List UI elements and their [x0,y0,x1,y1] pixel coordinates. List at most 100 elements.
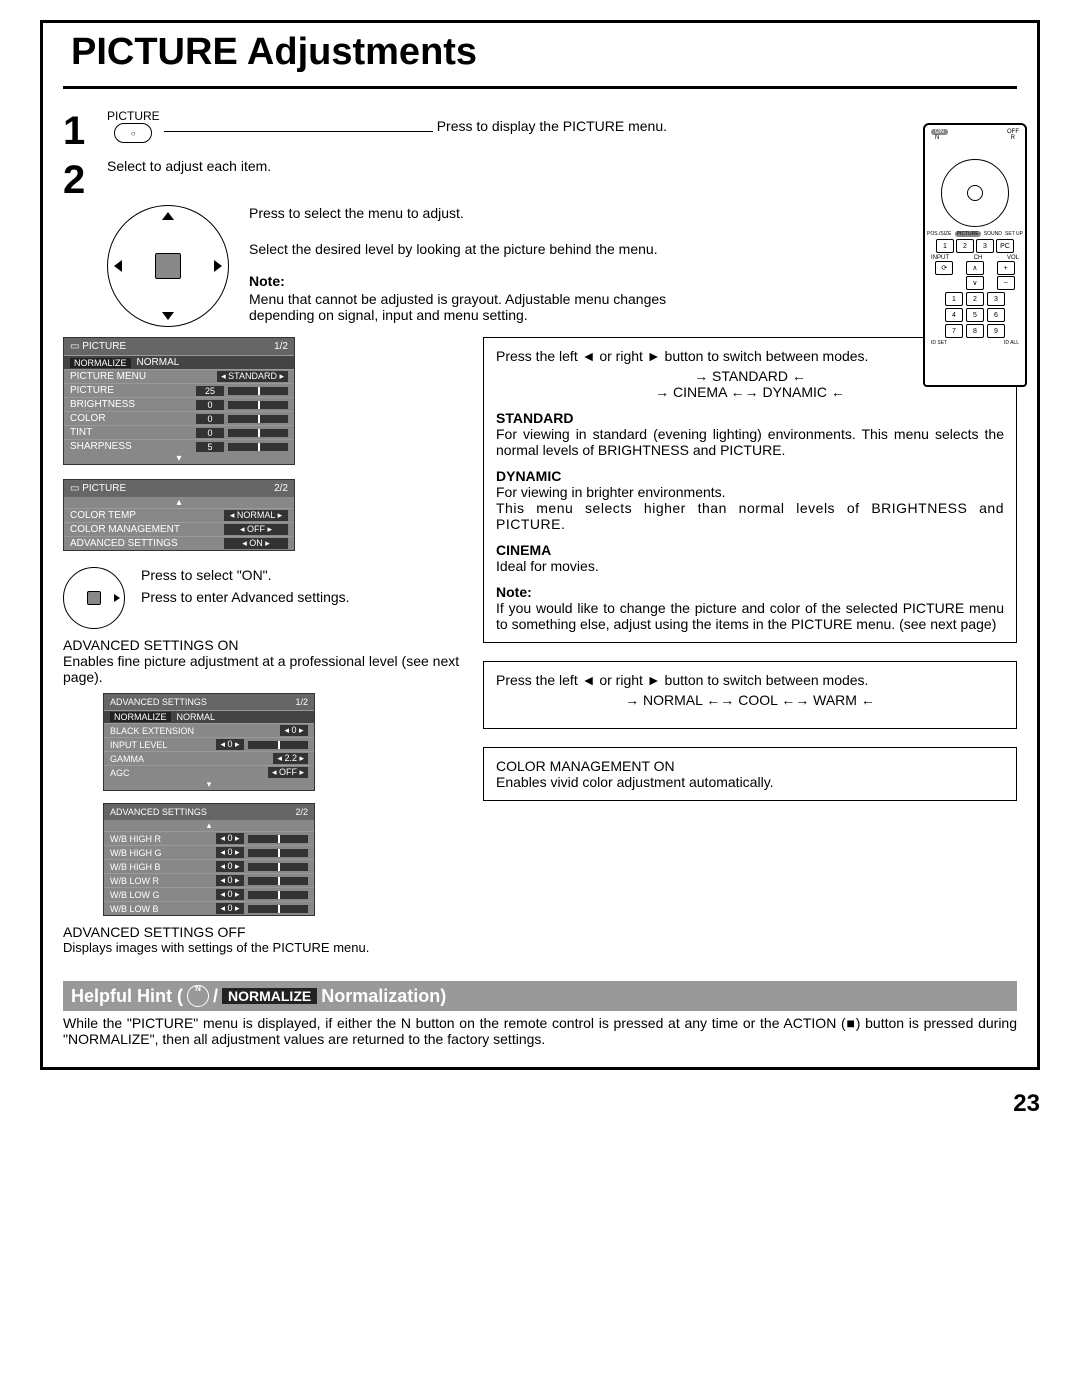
remote-input-1: 1 [936,239,954,253]
remote-fn-setup: SET UP [1005,231,1023,237]
dpad-diagram [107,205,229,327]
dpad-left-arrow-icon [114,260,122,272]
osd4-wlg-label: W/B LOW G [110,890,216,900]
osd4-whg-label: W/B HIGH G [110,848,216,858]
osd2-colortemp-label: COLOR TEMP [70,510,224,521]
remote-num-9: 9 [987,324,1005,338]
osd3-agc-value: OFF [279,767,297,777]
right-note-body: If you would like to change the picture … [496,600,1004,632]
step-2-intro: Select to adjust each item. [107,158,271,174]
remote-ch-down: ∨ [966,276,984,290]
slider-icon [228,401,288,409]
advanced-on-heading: ADVANCED SETTINGS ON [63,637,463,653]
osd-advanced-2: ADVANCED SETTINGS2/2 ▴ W/B HIGH R◂ 0 ▸ W… [103,803,315,916]
picture-button-label: PICTURE [107,109,160,123]
osd1-color-value: 0 [196,414,224,424]
osd4-wlr-label: W/B LOW R [110,876,216,886]
osd-picture-2: ▭ PICTURE 2/2 ▴ COLOR TEMP◂ NORMAL ▸ COL… [63,479,295,551]
osd3-blackext-label: BLACK EXTENSION [110,726,280,736]
slider-icon [248,891,308,899]
osd1-header: PICTURE [82,341,126,352]
note-label: Note: [249,273,285,289]
osd4-wlb-label: W/B LOW B [110,904,216,914]
slider-icon [248,877,308,885]
osd-advanced-1: ADVANCED SETTINGS1/2 NORMALIZENORMAL BLA… [103,693,315,791]
osd1-normalize: NORMALIZE [70,358,131,368]
dynamic-body-2: This menu selects higher than normal lev… [496,500,1004,532]
remote-input-3: 3 [976,239,994,253]
osd1-brightness-value: 0 [196,400,224,410]
remote-idset-label: ID SET [931,340,947,346]
osd1-normal: NORMAL [137,357,180,368]
advanced-off-body: Displays images with settings of the PIC… [63,940,463,955]
hint-body: While the "PICTURE" menu is displayed, i… [63,1015,1017,1047]
dpad-center-icon [155,253,181,279]
osd1-tint-value: 0 [196,428,224,438]
osd2-advanced-label: ADVANCED SETTINGS [70,538,224,549]
dpad-up-arrow-icon [162,212,174,220]
remote-vol-down: − [997,276,1015,290]
remote-num-2: 2 [966,292,984,306]
slider-icon [248,835,308,843]
osd4-whr-label: W/B HIGH R [110,834,216,844]
osd3-inputlevel-label: INPUT LEVEL [110,740,216,750]
remote-n-label: N [935,135,939,141]
dpad-center-icon [87,591,101,605]
remote-ch-up: ∧ [966,261,984,275]
remote-num-3: 3 [987,292,1005,306]
osd1-picture-label: PICTURE [70,385,196,396]
n-button-icon: N [187,985,209,1007]
temp-switch-instruction: Press the left ◄ or right ► button to sw… [496,672,1004,688]
step-2-callout-1: Press to select the menu to adjust. [249,205,709,221]
slider-icon [248,905,308,913]
osd2-colortemp-value: NORMAL [237,510,275,520]
remote-wheel [941,159,1009,227]
remote-num-7: 7 [945,324,963,338]
remote-fn-possize: POS./SIZE [927,231,951,237]
cinema-heading: CINEMA [496,542,551,558]
slider-icon [228,443,288,451]
advanced-off-heading: ADVANCED SETTINGS OFF [63,924,463,940]
osd1-picture-menu-value: STANDARD [228,371,277,381]
color-temp-box: Press the left ◄ or right ► button to sw… [483,661,1017,729]
slider-icon [248,849,308,857]
normalize-chip: NORMALIZE [222,988,317,1004]
remote-num-4: 4 [945,308,963,322]
page-number: 23 [0,1090,1040,1118]
hint-prefix: Helpful Hint ( [71,986,183,1007]
slider-icon [248,863,308,871]
osd3-gamma-label: GAMMA [110,754,273,764]
osd4-wlb-value: 0 [227,903,232,913]
remote-num-8: 8 [966,324,984,338]
hint-slash: / [213,986,218,1007]
step-1-action: Press to display the PICTURE menu. [437,118,667,134]
osd3-inputlevel-value: 0 [227,739,232,749]
osd4-header: ADVANCED SETTINGS [110,807,207,817]
osd4-wlr-value: 0 [227,875,232,885]
osd3-blackext-value: 0 [291,725,296,735]
remote-on-label: ON [931,129,948,135]
dpad2-callout-1: Press to select "ON". [141,567,350,583]
remote-vol-up: + [997,261,1015,275]
osd1-picture-menu-label: PICTURE MENU [70,371,217,382]
temp-cycle-diagram: → NORMAL ←→ COOL ←→ WARM ← [496,692,1004,708]
cinema-body: Ideal for movies. [496,558,1004,574]
osd3-gamma-value: 2.2 [284,753,297,763]
osd1-sharpness-value: 5 [196,442,224,452]
osd1-tint-label: TINT [70,427,196,438]
leader-line [164,131,433,132]
step-2-note-body: Menu that cannot be adjusted is grayout.… [249,291,709,323]
dpad-right-arrow-icon [114,594,120,602]
osd1-brightness-label: BRIGHTNESS [70,399,196,410]
osd3-header: ADVANCED SETTINGS [110,697,207,707]
dynamic-heading: DYNAMIC [496,468,561,484]
page-title: PICTURE Adjustments [71,31,477,73]
color-mgmt-heading: COLOR MANAGEMENT ON [496,758,1004,774]
osd2-colormgmt-label: COLOR MANAGEMENT [70,524,224,535]
slider-icon [228,415,288,423]
remote-idall-label: ID ALL [1004,340,1019,346]
osd1-sharpness-label: SHARPNESS [70,441,196,452]
remote-input-pc: PC [996,239,1014,253]
osd4-whr-value: 0 [227,833,232,843]
remote-input-btn: ⟳ [935,261,953,275]
